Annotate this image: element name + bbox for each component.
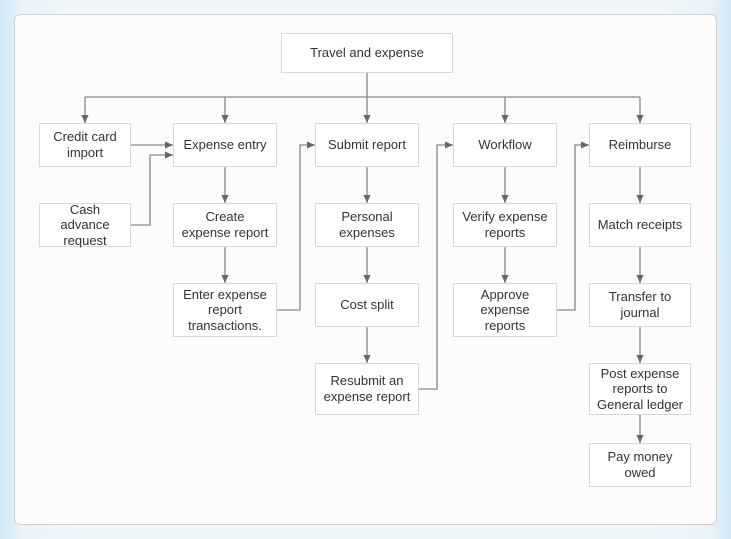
node-expense-entry: Expense entry — [173, 123, 277, 167]
node-workflow: Workflow — [453, 123, 557, 167]
node-resubmit-expense-report: Resubmit an expense report — [315, 363, 419, 415]
node-cost-split: Cost split — [315, 283, 419, 327]
node-submit-report: Submit report — [315, 123, 419, 167]
node-verify-expense-reports: Verify expense reports — [453, 203, 557, 247]
node-post-to-general-ledger: Post expense reports to General ledger — [589, 363, 691, 415]
node-pay-money-owed: Pay money owed — [589, 443, 691, 487]
node-approve-expense-reports: Approve expense reports — [453, 283, 557, 337]
node-transfer-to-journal: Transfer to journal — [589, 283, 691, 327]
node-match-receipts: Match receipts — [589, 203, 691, 247]
node-create-expense-report: Create expense report — [173, 203, 277, 247]
node-personal-expenses: Personal expenses — [315, 203, 419, 247]
node-enter-expense-report-transactions: Enter expense report transactions. — [173, 283, 277, 337]
diagram-panel: Travel and expense Credit card import Ca… — [14, 14, 717, 525]
node-cash-advance-request: Cash advance request — [39, 203, 131, 247]
node-title: Travel and expense — [281, 33, 453, 73]
node-credit-card-import: Credit card import — [39, 123, 131, 167]
node-reimburse: Reimburse — [589, 123, 691, 167]
